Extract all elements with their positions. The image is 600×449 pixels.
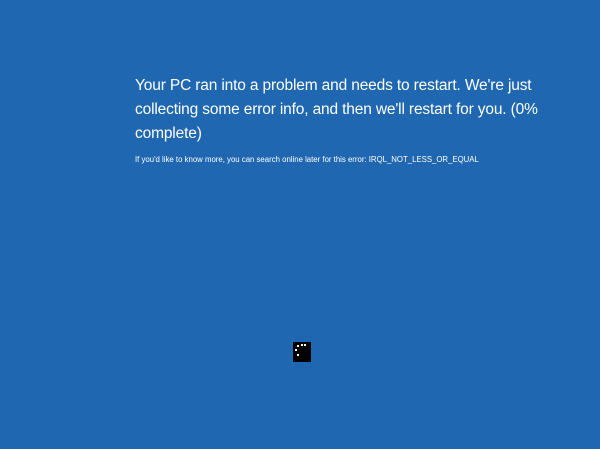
spinner-dot — [301, 344, 303, 346]
spinner-dot — [304, 344, 306, 346]
error-message: Your PC ran into a problem and needs to … — [135, 77, 538, 142]
error-info-text: If you'd like to know more, you can sear… — [135, 155, 479, 164]
spinner-dot — [297, 354, 299, 356]
loading-dots-icon — [293, 342, 311, 362]
spinner-dot — [295, 349, 297, 351]
spinner-dot — [297, 345, 299, 347]
